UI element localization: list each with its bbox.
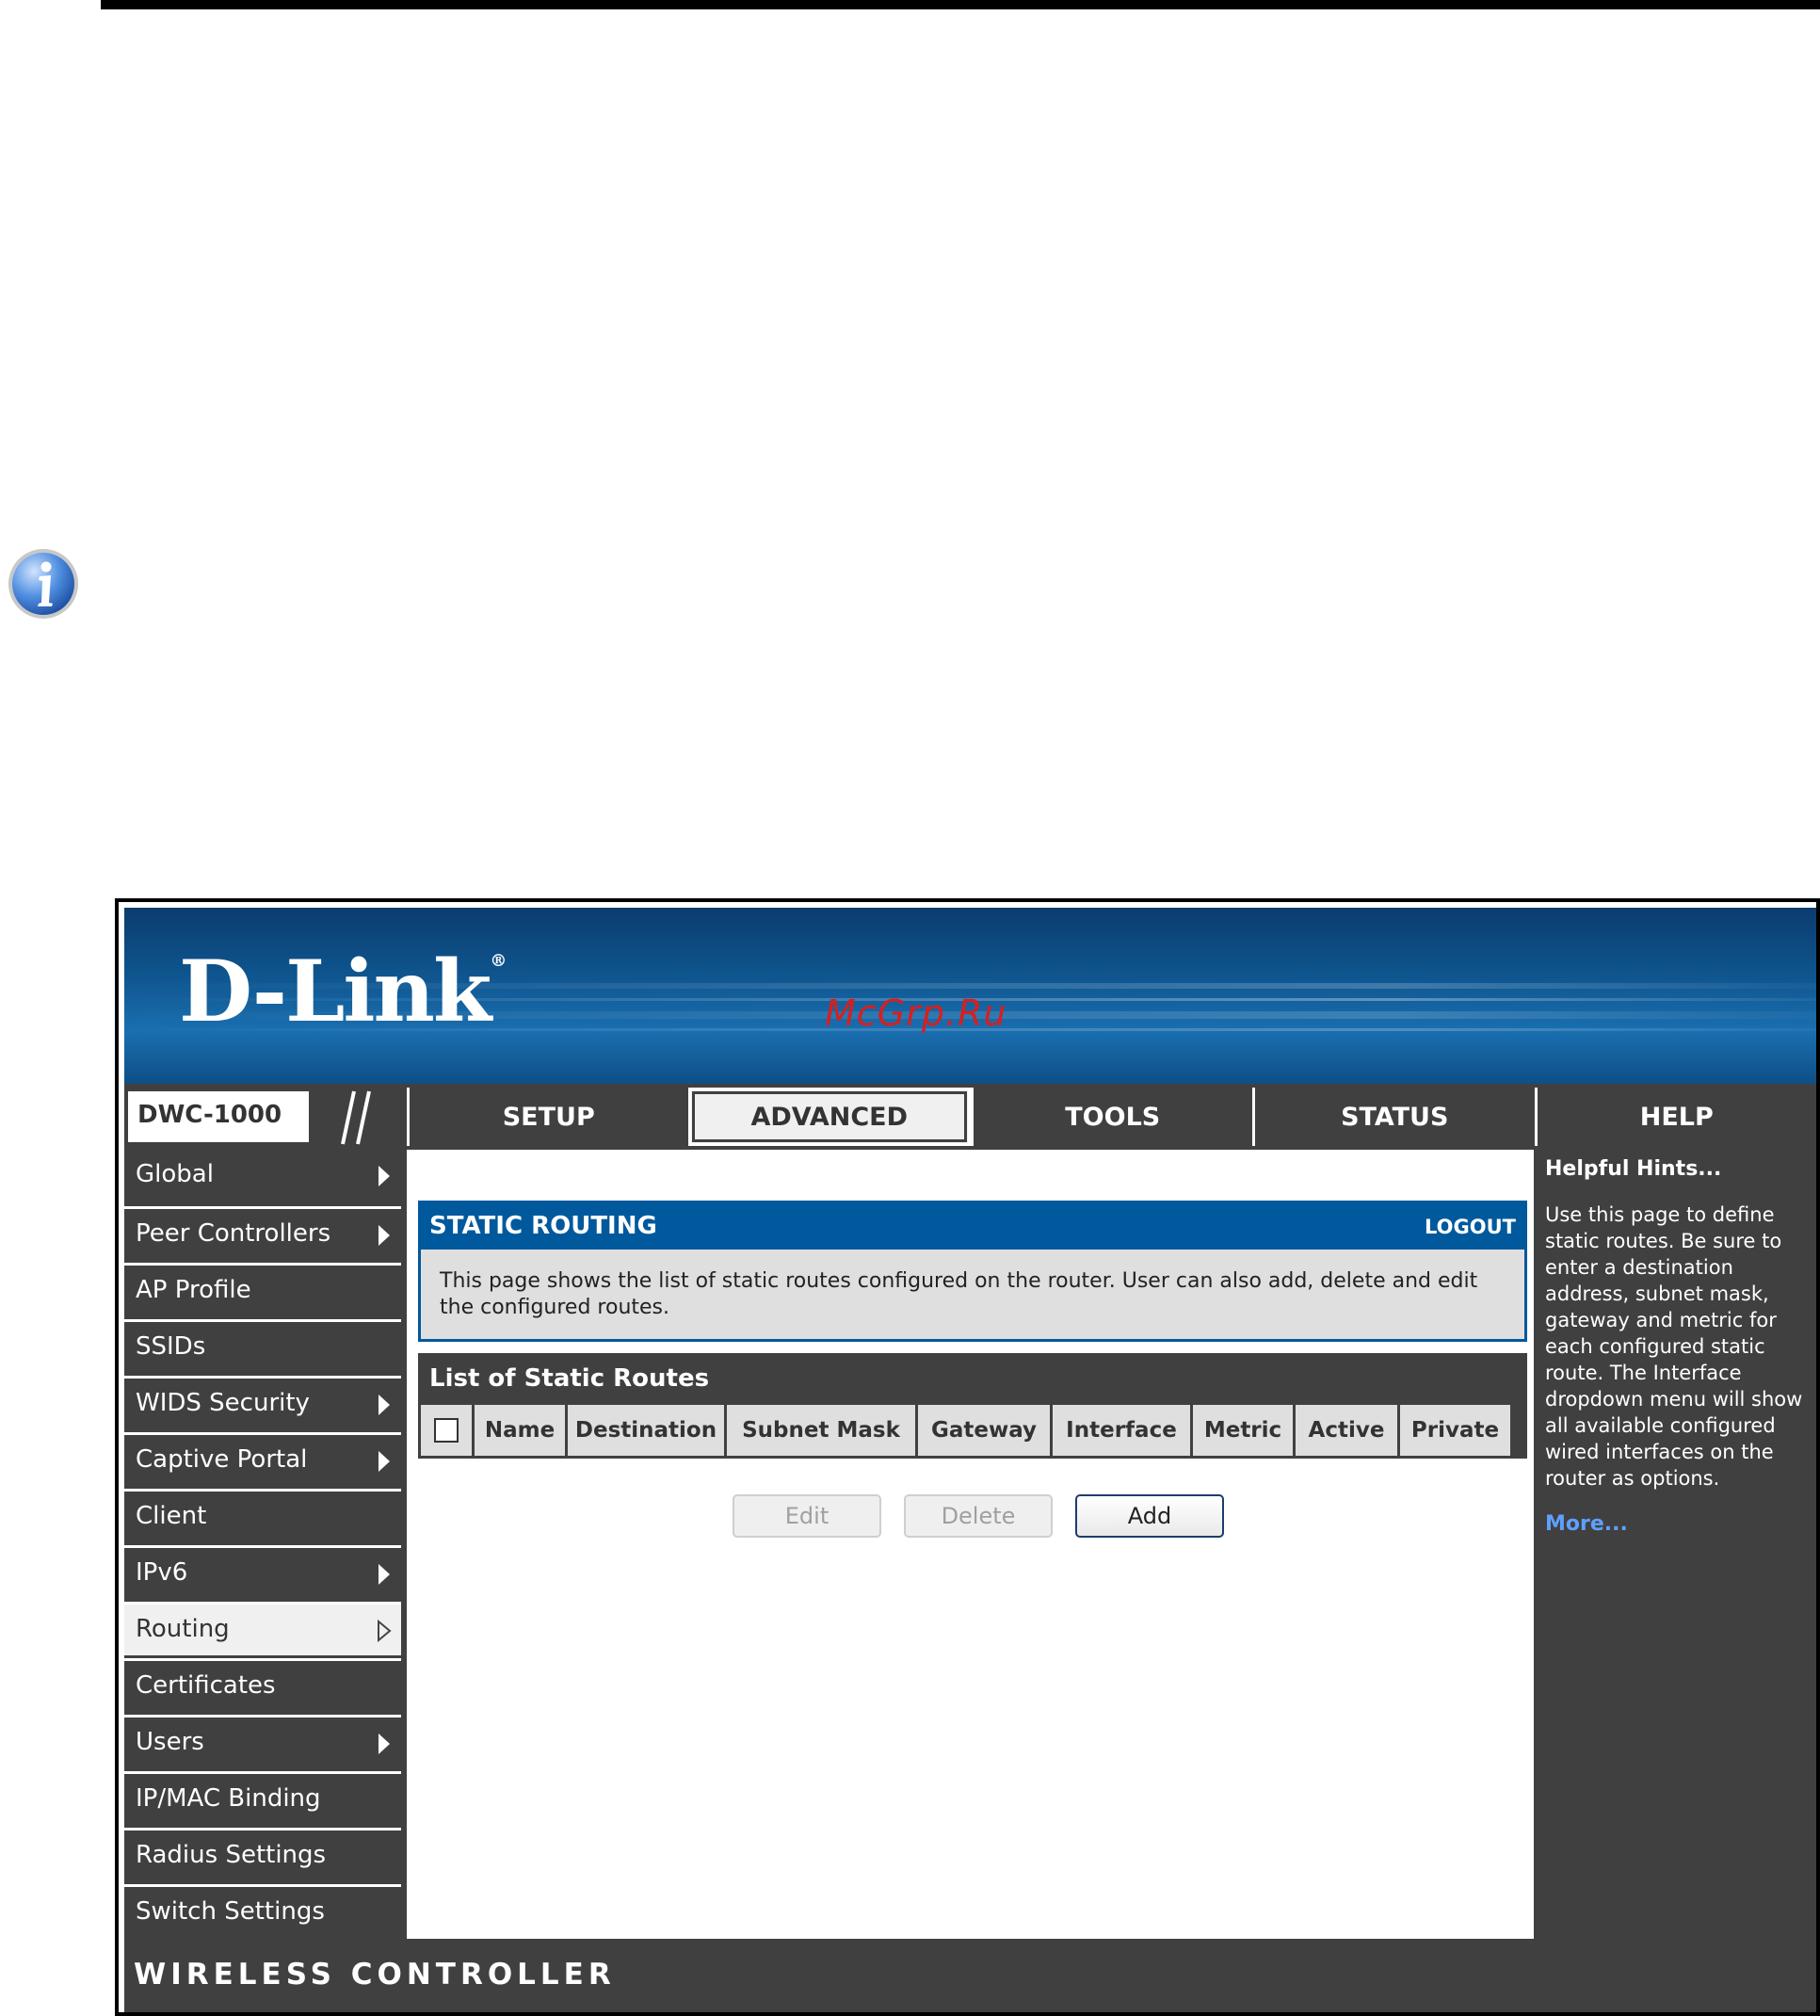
footer-bar: WIRELESS CONTROLLER <box>124 1943 1816 2012</box>
chevron-right-icon <box>378 1166 390 1186</box>
chevron-right-icon <box>378 1451 390 1472</box>
help-more-link[interactable]: More... <box>1545 1512 1809 1536</box>
routes-table-header: Name Destination Subnet Mask Gateway Int… <box>418 1402 1527 1459</box>
sidebar: Global Peer Controllers AP Profile SSIDs… <box>124 1150 401 1941</box>
sidebar-item-ssids[interactable]: SSIDs <box>124 1319 401 1373</box>
sidebar-item-global[interactable]: Global <box>124 1150 401 1203</box>
add-button[interactable]: Add <box>1075 1494 1224 1538</box>
model-label: DWC-1000 <box>128 1091 309 1142</box>
edit-button[interactable]: Edit <box>733 1494 881 1538</box>
watermark-text: McGrp.Ru <box>825 992 1007 1034</box>
column-header-subnet-mask: Subnet Mask <box>727 1405 915 1456</box>
sidebar-item-captive-portal[interactable]: Captive Portal <box>124 1432 401 1486</box>
column-header-destination: Destination <box>568 1405 724 1456</box>
chevron-right-icon <box>378 1564 390 1585</box>
slash-decoration-icon <box>341 1090 371 1145</box>
column-header-private: Private <box>1400 1405 1510 1456</box>
logout-link[interactable]: LOGOUT <box>1425 1216 1516 1238</box>
page-top-rule <box>101 0 1820 9</box>
sidebar-item-label: Users <box>136 1728 204 1756</box>
top-nav: DWC-1000 SETUP ADVANCED TOOLS STATUS HEL… <box>124 1088 1816 1146</box>
list-title: List of Static Routes <box>418 1353 1527 1402</box>
tab-tools[interactable]: TOOLS <box>970 1088 1253 1146</box>
sidebar-item-certificates[interactable]: Certificates <box>124 1658 401 1712</box>
delete-button[interactable]: Delete <box>904 1494 1053 1538</box>
footer-product-label: WIRELESS CONTROLLER <box>134 1958 616 1992</box>
chevron-right-icon <box>378 1225 390 1246</box>
chevron-right-outline-icon <box>378 1620 392 1642</box>
chevron-right-icon <box>378 1734 390 1754</box>
sidebar-item-label: Global <box>136 1160 214 1188</box>
sidebar-item-label: Routing <box>136 1615 230 1643</box>
action-buttons: Edit Delete Add <box>407 1494 1534 1538</box>
sidebar-item-ipv6[interactable]: IPv6 <box>124 1545 401 1599</box>
select-all-cell <box>421 1405 472 1456</box>
sidebar-item-label: IP/MAC Binding <box>136 1784 321 1813</box>
panel-header: STATIC ROUTING LOGOUT <box>418 1201 1527 1250</box>
help-title: Helpful Hints... <box>1545 1157 1722 1181</box>
column-header-active: Active <box>1296 1405 1397 1456</box>
select-all-checkbox[interactable] <box>434 1418 459 1443</box>
sidebar-item-client[interactable]: Client <box>124 1489 401 1542</box>
sidebar-item-label: Radius Settings <box>136 1841 327 1869</box>
sidebar-item-label: Switch Settings <box>136 1897 325 1926</box>
page-title: STATIC ROUTING <box>429 1212 657 1240</box>
sidebar-item-ip-mac-binding[interactable]: IP/MAC Binding <box>124 1771 401 1825</box>
help-panel: Helpful Hints... Use this page to define… <box>1538 1150 1816 1939</box>
sidebar-item-label: SSIDs <box>136 1332 206 1361</box>
tab-help[interactable]: HELP <box>1534 1088 1817 1146</box>
sidebar-item-label: Client <box>136 1502 207 1530</box>
header-banner: D-Link® McGrp.Ru <box>124 908 1816 1084</box>
sidebar-item-label: AP Profile <box>136 1276 251 1304</box>
sidebar-item-label: IPv6 <box>136 1558 188 1587</box>
sidebar-item-label: WIDS Security <box>136 1389 310 1417</box>
help-text: Use this page to define static routes. B… <box>1545 1203 1803 1490</box>
sidebar-item-wids-security[interactable]: WIDS Security <box>124 1376 401 1429</box>
info-icon <box>8 549 78 619</box>
column-header-interface: Interface <box>1053 1405 1190 1456</box>
tab-advanced[interactable]: ADVANCED <box>688 1088 971 1146</box>
column-header-name: Name <box>475 1405 565 1456</box>
sidebar-item-ap-profile[interactable]: AP Profile <box>124 1263 401 1316</box>
page-description: This page shows the list of static route… <box>418 1250 1527 1342</box>
column-header-gateway: Gateway <box>918 1405 1050 1456</box>
tab-setup[interactable]: SETUP <box>406 1088 689 1146</box>
model-badge: DWC-1000 <box>124 1088 407 1146</box>
sidebar-item-label: Peer Controllers <box>136 1219 331 1248</box>
dlink-logo: D-Link® <box>179 942 507 1041</box>
sidebar-item-switch-settings[interactable]: Switch Settings <box>124 1884 401 1938</box>
sidebar-item-peer-controllers[interactable]: Peer Controllers <box>124 1206 401 1260</box>
sidebar-item-users[interactable]: Users <box>124 1715 401 1768</box>
column-header-metric: Metric <box>1193 1405 1293 1456</box>
sidebar-item-routing[interactable]: Routing <box>124 1602 401 1655</box>
sidebar-item-label: Captive Portal <box>136 1445 308 1474</box>
chevron-right-icon <box>378 1395 390 1415</box>
screenshot-frame: D-Link® McGrp.Ru DWC-1000 SETUP ADVANCED… <box>115 898 1820 2016</box>
sidebar-item-label: Certificates <box>136 1671 276 1700</box>
sidebar-item-radius-settings[interactable]: Radius Settings <box>124 1828 401 1881</box>
main-content: STATIC ROUTING LOGOUT This page shows th… <box>407 1150 1534 1939</box>
tab-status[interactable]: STATUS <box>1252 1088 1535 1146</box>
